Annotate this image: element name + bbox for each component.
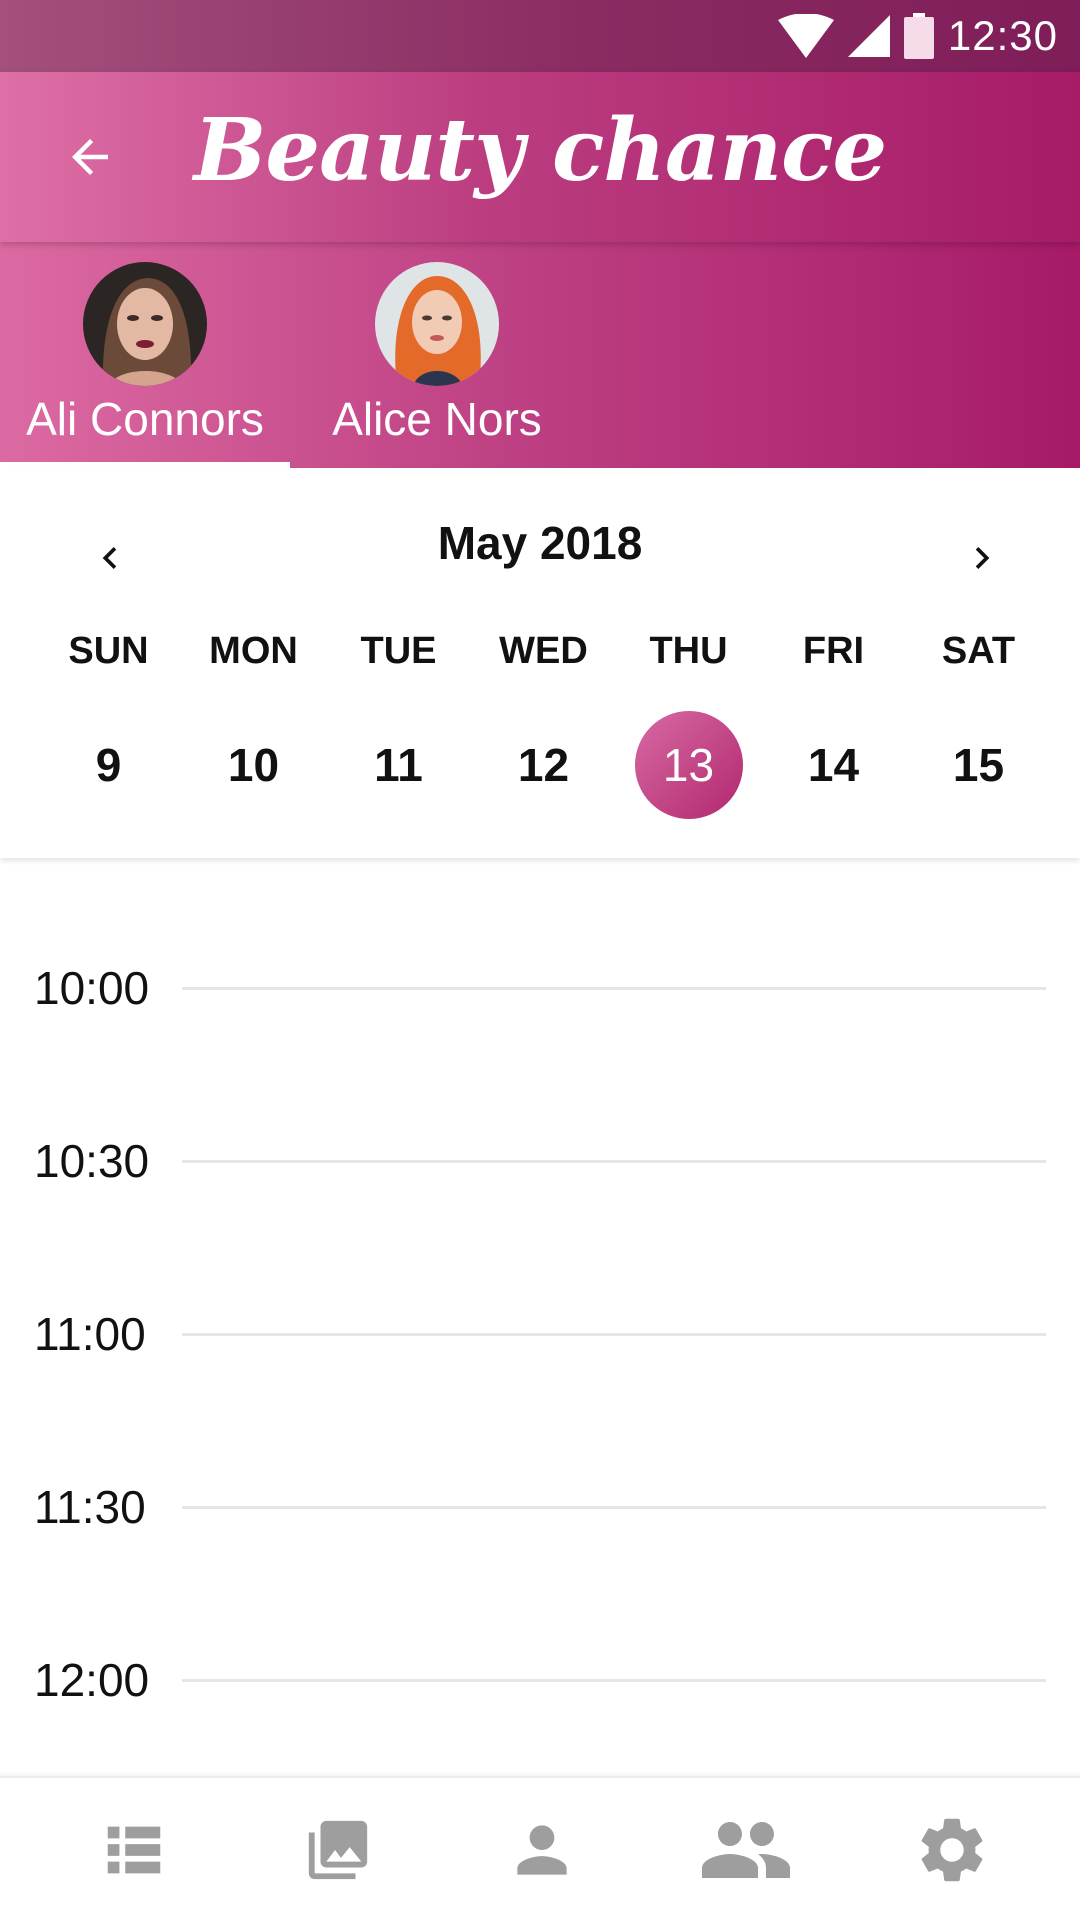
avatar — [375, 262, 499, 386]
day-number: 12 — [517, 739, 570, 791]
selected-day-circle: 13 — [634, 711, 743, 819]
day-number: 9 — [95, 739, 122, 791]
battery-icon — [903, 13, 934, 59]
day-number: 11 — [374, 739, 423, 791]
tab-label: Alice Nors — [332, 393, 542, 445]
slot-divider — [182, 987, 1046, 990]
settings-icon — [921, 1818, 983, 1882]
time-slot[interactable]: 10:00 — [0, 958, 1080, 1018]
group-icon — [702, 1822, 790, 1878]
slot-divider — [182, 1160, 1046, 1163]
time-slot[interactable]: 10:30 — [0, 1131, 1080, 1191]
day-cell[interactable]: 14 — [761, 710, 906, 820]
day-number: 15 — [952, 739, 1005, 791]
specialist-tabs: Ali Connors Alice Nors — [0, 242, 1080, 468]
nav-settings-button[interactable] — [844, 1778, 1060, 1922]
slot-time: 10:00 — [34, 962, 150, 1014]
person-icon — [517, 1825, 567, 1875]
day-row: 9 10 11 12 13 14 15 — [0, 710, 1080, 820]
next-week-button[interactable] — [950, 526, 1014, 590]
app-bar: Beauty chance — [0, 72, 1080, 242]
status-icons: 12:30 — [777, 0, 1058, 72]
day-number: 10 — [227, 739, 280, 791]
bottom-navigation — [0, 1776, 1080, 1922]
slot-divider — [182, 1506, 1046, 1509]
day-cell[interactable]: 15 — [906, 710, 1051, 820]
day-cell[interactable]: 9 — [36, 710, 181, 820]
signal-icon — [847, 15, 890, 57]
tab-label: Ali Connors — [26, 393, 264, 445]
day-cell[interactable]: 12 — [471, 710, 616, 820]
time-slot[interactable]: 12:00 — [0, 1650, 1080, 1710]
nav-gallery-button[interactable] — [230, 1778, 446, 1922]
weekday-label: FRI — [802, 630, 865, 672]
avatar — [83, 262, 207, 386]
status-time: 12:30 — [947, 12, 1058, 59]
wifi-icon — [777, 14, 834, 58]
list-icon — [107, 1826, 161, 1874]
slot-time: 12:00 — [34, 1654, 150, 1706]
day-cell[interactable]: 10 — [181, 710, 326, 820]
weekday-label: SUN — [68, 630, 149, 672]
photo-library-icon — [308, 1820, 368, 1880]
app-title: Beauty chance — [193, 100, 888, 201]
slot-divider — [182, 1333, 1046, 1336]
slot-time: 11:00 — [34, 1308, 146, 1360]
weekday-header: SUN MON TUE WED THU FRI SAT — [0, 630, 1080, 673]
weekday-label: THU — [649, 630, 728, 672]
nav-list-button[interactable] — [26, 1778, 242, 1922]
nav-clients-button[interactable] — [638, 1778, 854, 1922]
weekday-label: WED — [499, 630, 588, 672]
nav-profile-button[interactable] — [434, 1778, 650, 1922]
day-number: 13 — [662, 739, 715, 791]
weekday-label: TUE — [360, 630, 437, 672]
time-slot[interactable]: 11:00 — [0, 1304, 1080, 1364]
status-bar: 12:30 — [0, 0, 1080, 72]
day-cell-selected[interactable]: 13 — [616, 710, 761, 820]
time-slot[interactable]: 11:30 — [0, 1477, 1080, 1537]
tab-alice-nors[interactable]: Alice Nors — [292, 242, 582, 468]
chevron-right-icon — [975, 547, 990, 569]
weekday-label: MON — [209, 630, 298, 672]
tab-ali-connors[interactable]: Ali Connors — [0, 242, 290, 468]
month-title: May 2018 — [437, 517, 643, 569]
day-number: 14 — [807, 739, 860, 791]
time-slots: 10:00 10:30 11:00 11:30 12:00 — [0, 858, 1080, 1776]
slot-time: 10:30 — [34, 1135, 150, 1187]
slot-time: 11:30 — [34, 1481, 146, 1533]
week-calendar: May 2018 SUN MON TUE WED THU FRI SAT 9 1… — [0, 468, 1080, 858]
weekday-label: SAT — [941, 630, 1016, 672]
day-cell[interactable]: 11 — [326, 710, 471, 820]
slot-divider — [182, 1679, 1046, 1682]
